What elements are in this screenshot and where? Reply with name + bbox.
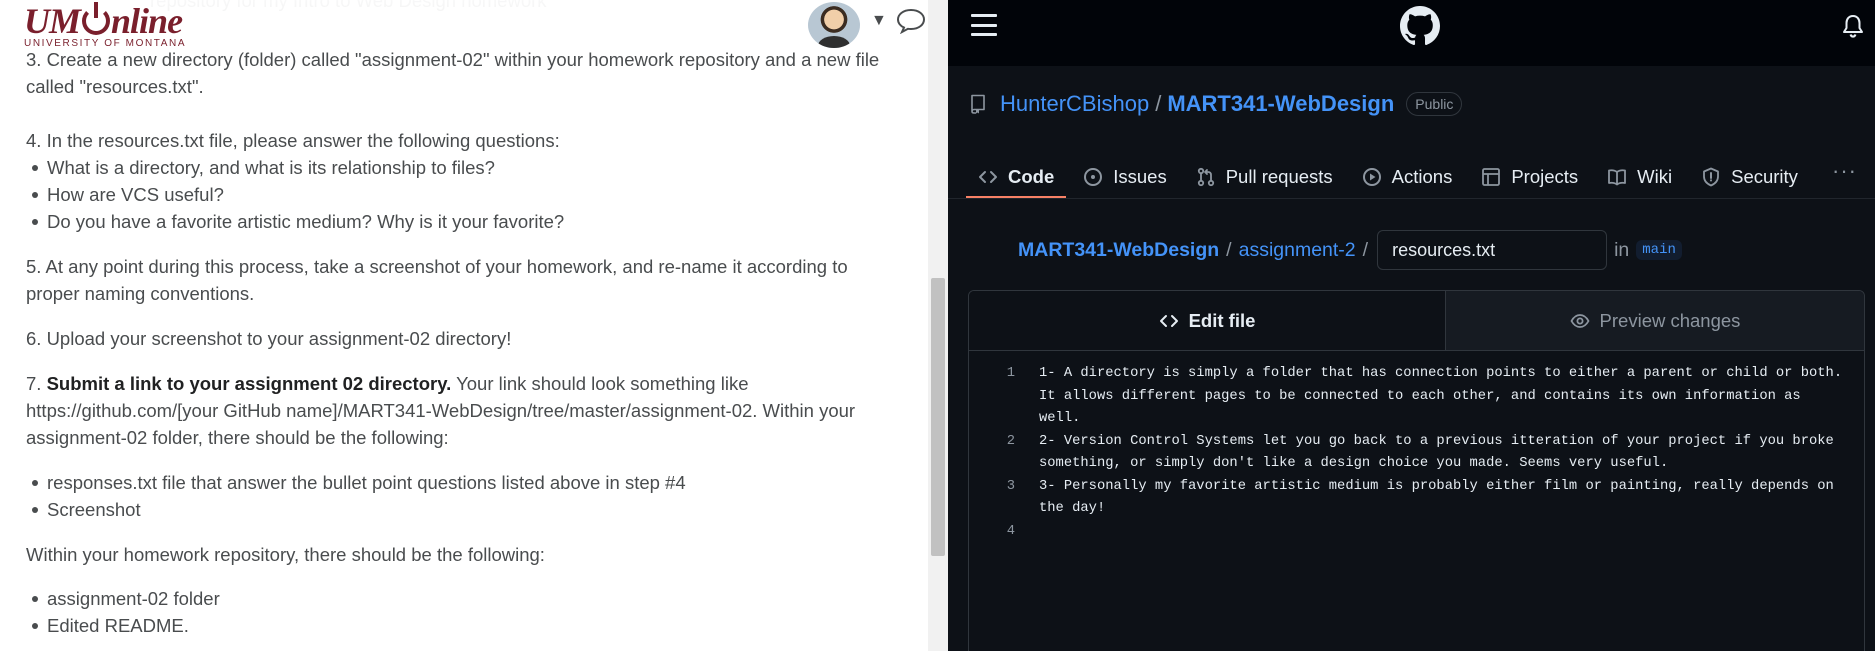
tab-edit-file[interactable]: Edit file (969, 291, 1446, 350)
tab-preview-changes[interactable]: Preview changes (1446, 291, 1864, 350)
github-header (948, 0, 1875, 66)
code-line: 2 2- Version Control Systems let you go … (969, 431, 1864, 476)
logo-online: nline (111, 1, 183, 41)
tab-label: Pull requests (1225, 166, 1333, 187)
code-icon (979, 171, 997, 183)
code-editor-area[interactable]: 1 1- A directory is simply a folder that… (969, 351, 1864, 543)
step-5: 5. At any point during this process, tak… (26, 256, 848, 304)
tab-wiki[interactable]: Wiki (1595, 150, 1684, 198)
list-item: Screenshot (26, 496, 906, 523)
umonline-pane: repository for my Intro to Web Design ho… (0, 0, 928, 651)
code-line: 3 3- Personally my favorite artistic med… (969, 476, 1864, 521)
step-7-number: 7. (26, 373, 42, 394)
step-7-list: responses.txt file that answer the bulle… (26, 469, 906, 523)
menu-icon[interactable] (971, 14, 997, 36)
repo-requirements-list: assignment-02 folder Edited README. (26, 585, 906, 639)
github-pane: HunterCBishop / MART341-WebDesign Public… (948, 0, 1875, 651)
branch-in-label: in (1614, 238, 1630, 261)
book-icon (1608, 169, 1627, 186)
file-path-breadcrumb: MART341-WebDesign / assignment-2 / in ma… (1018, 230, 1682, 270)
line-number: 4 (1006, 523, 1015, 539)
repo-tabs: Code Issues Pull requests Actions Projec… (966, 150, 1815, 198)
repo-icon (971, 94, 985, 114)
code-icon (1159, 314, 1178, 327)
eye-icon (1570, 313, 1590, 328)
tab-pull-requests[interactable]: Pull requests (1184, 150, 1345, 198)
tab-label: Issues (1113, 166, 1167, 187)
power-icon (82, 2, 111, 35)
line-text: 3- Personally my favorite artistic mediu… (1039, 478, 1843, 517)
path-separator: / (1226, 238, 1232, 261)
tab-label: Preview changes (1599, 309, 1741, 331)
list-item: How are VCS useful? (26, 181, 906, 208)
list-item: What is a directory, and what is its rel… (26, 154, 906, 181)
path-repo-link[interactable]: MART341-WebDesign (1018, 239, 1219, 262)
line-text (1039, 521, 1844, 544)
path-separator: / (1362, 238, 1369, 261)
github-logo-icon[interactable] (1400, 6, 1440, 46)
umonline-logo[interactable]: UM nline UNIVERSITY OF MONTANA (24, 1, 214, 49)
repo-separator: / (1155, 91, 1162, 116)
step-3: 3. Create a new directory (folder) calle… (26, 49, 880, 97)
path-directory-link[interactable]: assignment-2 (1239, 239, 1356, 262)
repo-name-link[interactable]: MART341-WebDesign (1167, 91, 1394, 117)
repo-owner-link[interactable]: HunterCBishop (1000, 91, 1149, 117)
logo-wordmark: UM nline (24, 1, 214, 41)
list-item: assignment-02 folder (26, 585, 906, 612)
step-4-intro: 4. In the resources.txt file, please ans… (26, 130, 560, 151)
list-item: Do you have a favorite artistic medium? … (26, 208, 906, 235)
logo-um: UM (24, 1, 81, 41)
issue-opened-icon (1084, 168, 1103, 186)
tab-label: Wiki (1637, 166, 1673, 187)
step-7-bold: Submit a link to your assignment 02 dire… (46, 373, 452, 394)
step-7: 7. Submit a link to your assignment 02 d… (26, 370, 906, 451)
line-number: 1 (1006, 366, 1015, 381)
tab-projects[interactable]: Projects (1469, 150, 1590, 198)
step-4-list: What is a directory, and what is its rel… (26, 154, 906, 235)
line-number: 3 (1006, 478, 1015, 494)
tab-label: Code (1008, 166, 1055, 187)
chat-bubble-icon[interactable] (896, 8, 926, 34)
line-number: 2 (1006, 433, 1015, 449)
code-line: 4 (969, 521, 1864, 544)
divider (948, 198, 1875, 199)
left-pane-scrollbar[interactable] (928, 0, 948, 651)
tab-label: Security (1731, 166, 1798, 187)
git-pull-request-icon (1197, 167, 1214, 187)
shield-icon (1703, 167, 1720, 187)
visibility-badge: Public (1406, 92, 1463, 116)
play-icon (1362, 168, 1381, 186)
chevron-down-icon[interactable]: ▼ (871, 12, 887, 30)
more-tabs-icon[interactable]: ··· (1832, 158, 1857, 184)
list-item: responses.txt file that answer the bulle… (26, 469, 906, 496)
step-6: 6. Upload your screenshot to your assign… (26, 328, 512, 349)
filename-input[interactable] (1377, 230, 1608, 270)
tab-issues[interactable]: Issues (1071, 150, 1178, 198)
tab-label: Actions (1391, 166, 1453, 187)
line-text: 1- A directory is simply a folder that h… (1039, 366, 1851, 426)
repo-requirements-intro: Within your homework repository, there s… (26, 544, 545, 565)
list-item: Edited README. (26, 612, 906, 639)
file-editor: Edit file Preview changes 1 1- A directo… (968, 290, 1865, 651)
logo-subtitle: UNIVERSITY OF MONTANA (24, 38, 187, 49)
bell-icon[interactable] (1842, 14, 1864, 38)
scrollbar-thumb[interactable] (931, 278, 945, 556)
user-avatar[interactable] (808, 2, 860, 48)
line-text: 2- Version Control Systems let you go ba… (1039, 433, 1843, 472)
tab-code[interactable]: Code (966, 150, 1067, 198)
editor-tabs: Edit file Preview changes (969, 291, 1864, 351)
branch-badge: main (1636, 240, 1682, 260)
code-line: 1 1- A directory is simply a folder that… (969, 363, 1864, 431)
table-icon (1482, 168, 1501, 186)
tab-actions[interactable]: Actions (1350, 150, 1465, 198)
tab-label: Edit file (1188, 309, 1256, 331)
repo-breadcrumb: HunterCBishop / MART341-WebDesign Public (970, 90, 1463, 118)
tab-label: Projects (1511, 166, 1579, 187)
tab-security[interactable]: Security (1689, 150, 1810, 198)
